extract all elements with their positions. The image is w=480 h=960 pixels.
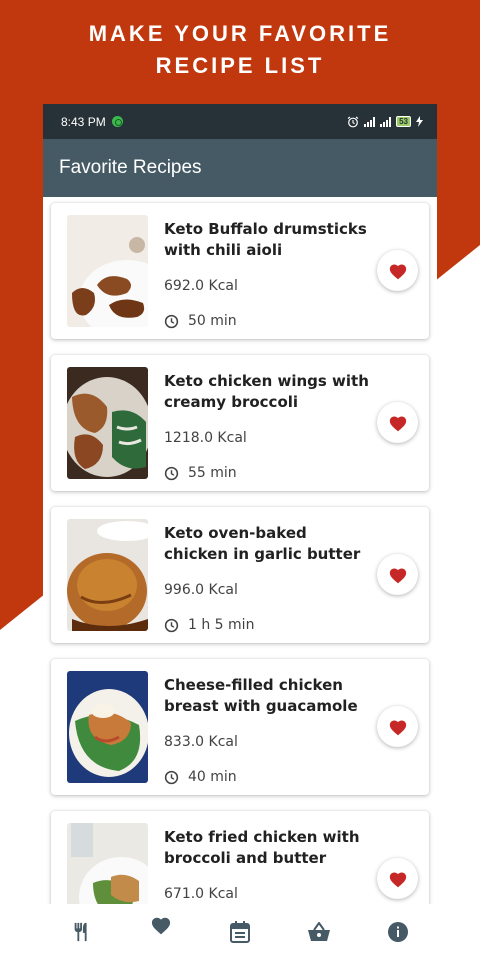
heart-icon xyxy=(389,567,406,583)
clock-icon xyxy=(164,770,179,784)
heart-icon xyxy=(389,415,406,431)
recipe-time-label: 1 h 5 min xyxy=(188,617,255,633)
recipe-kcal: 692.0 Kcal xyxy=(164,278,238,294)
recipe-card[interactable]: Cheese-filled chicken breast with guacam… xyxy=(51,659,429,795)
app-bar: Favorite Recipes xyxy=(43,139,437,197)
promo-headline: MAKE YOUR FAVORITE RECIPE LIST xyxy=(0,18,480,82)
heart-icon xyxy=(389,871,406,887)
recipe-card[interactable]: Keto oven-baked chicken in garlic butter… xyxy=(51,507,429,643)
recipe-time: 50 min xyxy=(164,313,237,329)
favorite-button[interactable] xyxy=(377,402,418,443)
basket-icon xyxy=(308,922,331,941)
nav-favorites[interactable] xyxy=(141,905,181,945)
recipe-time: 55 min xyxy=(164,465,237,481)
heart-icon xyxy=(151,917,170,935)
signal-icon xyxy=(364,116,376,127)
info-icon xyxy=(388,922,409,942)
recipe-image xyxy=(67,519,148,631)
nav-recipes[interactable] xyxy=(62,912,102,952)
alarm-icon xyxy=(347,116,359,127)
favorite-button[interactable] xyxy=(377,706,418,747)
nav-shopping[interactable] xyxy=(299,912,339,952)
recipe-time: 40 min xyxy=(164,769,237,785)
signal-icon-2 xyxy=(380,116,392,127)
clock-icon xyxy=(164,314,179,328)
recipe-kcal: 671.0 Kcal xyxy=(164,886,238,902)
nav-info[interactable] xyxy=(378,912,418,952)
recipe-kcal: 833.0 Kcal xyxy=(164,734,238,750)
page-title: Favorite Recipes xyxy=(59,157,202,178)
fork-knife-icon xyxy=(74,922,87,942)
recipe-time: 1 h 5 min xyxy=(164,617,254,633)
recipe-kcal: 1218.0 Kcal xyxy=(164,430,247,446)
bottom-navigation xyxy=(0,904,480,960)
favorite-button[interactable] xyxy=(377,250,418,291)
recipe-time-label: 40 min xyxy=(188,769,237,785)
clock-icon xyxy=(164,466,179,480)
status-bar: 8:43 PM 53 xyxy=(43,104,437,139)
status-icons: 53 xyxy=(347,116,423,128)
phone-screen: 8:43 PM 53 Favorite Recipes Keto Buffalo… xyxy=(43,104,437,904)
recipe-card[interactable]: Keto chicken wings with creamy broccoli … xyxy=(51,355,429,491)
recipe-title: Cheese-filled chicken breast with guacam… xyxy=(164,676,358,715)
calendar-icon xyxy=(229,921,250,943)
favorite-button[interactable] xyxy=(377,554,418,595)
recipe-title: Keto fried chicken with broccoli and but… xyxy=(164,828,360,867)
recipe-card[interactable]: Keto Buffalo drumsticks with chili aioli… xyxy=(51,203,429,339)
recipe-image xyxy=(67,367,148,479)
recipe-time-label: 55 min xyxy=(188,465,237,481)
recipe-title: Keto chicken wings with creamy broccoli xyxy=(164,372,369,411)
nav-meal-plan[interactable] xyxy=(220,912,260,952)
clock-icon xyxy=(164,618,179,632)
recipe-kcal: 996.0 Kcal xyxy=(164,582,238,598)
heart-icon xyxy=(389,263,406,279)
heart-icon xyxy=(389,719,406,735)
recipe-title: Keto Buffalo drumsticks with chili aioli xyxy=(164,220,367,259)
recipe-time-label: 50 min xyxy=(188,313,237,329)
promo-headline-line2: RECIPE LIST xyxy=(155,53,325,78)
recipe-card[interactable]: Keto fried chicken with broccoli and but… xyxy=(51,811,429,904)
battery-icon: 53 xyxy=(396,116,411,127)
notification-icon xyxy=(111,116,123,127)
recipe-image xyxy=(67,215,148,327)
favorite-button[interactable] xyxy=(377,858,418,899)
recipe-image xyxy=(67,671,148,783)
recipe-title: Keto oven-baked chicken in garlic butter xyxy=(164,524,361,563)
status-time: 8:43 PM xyxy=(61,114,106,129)
charging-icon xyxy=(416,116,423,127)
recipe-image xyxy=(67,823,148,904)
promo-headline-line1: MAKE YOUR FAVORITE xyxy=(88,21,392,46)
